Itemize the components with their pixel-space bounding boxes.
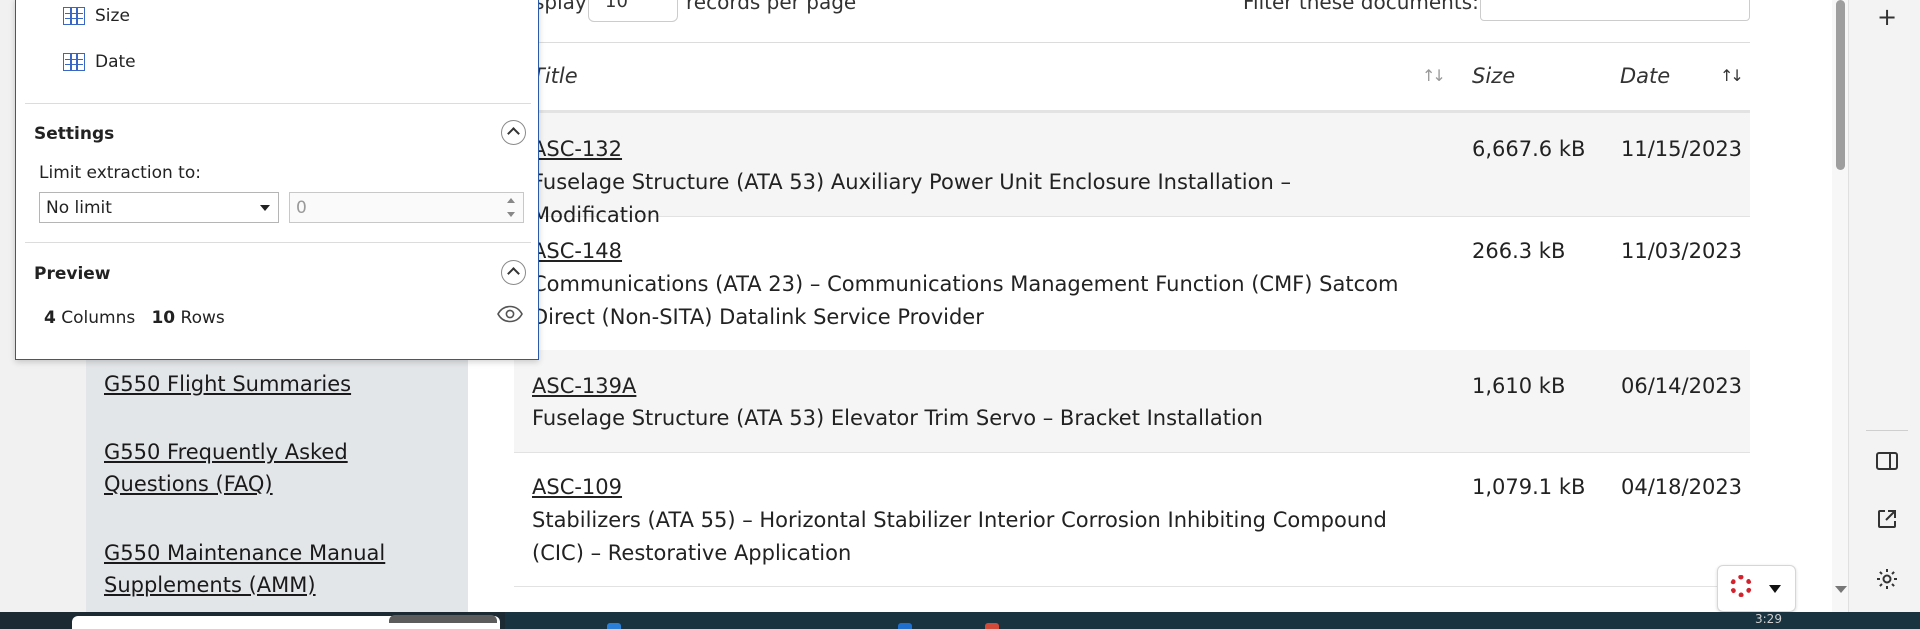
document-size: 1,079.1 kB xyxy=(1472,475,1586,499)
columns-count: 4 xyxy=(44,308,56,328)
spin-up-icon[interactable] xyxy=(507,198,515,203)
records-per-page-label: records per page xyxy=(686,0,857,14)
document-date: 06/14/2023 xyxy=(1621,374,1743,398)
column-item-size[interactable]: Size xyxy=(95,6,130,26)
table-row: ASC-109 Stabilizers (ATA 55) – Horizonta… xyxy=(514,452,1750,587)
column-icon xyxy=(63,53,85,71)
column-header-date[interactable]: Date xyxy=(1620,64,1670,88)
display-label: splay xyxy=(534,0,587,14)
eye-icon[interactable] xyxy=(497,305,523,323)
settings-gear-icon[interactable] xyxy=(1870,566,1904,600)
collapse-preview-button[interactable] xyxy=(501,260,526,285)
filter-documents-input[interactable] xyxy=(1480,0,1750,21)
sidebar-link-flight-summaries[interactable]: G550 Flight Summaries xyxy=(104,368,444,400)
column-item-date[interactable]: Date xyxy=(95,52,136,72)
document-size: 1,610 kB xyxy=(1472,374,1566,398)
columns-word: Columns xyxy=(61,308,136,328)
records-per-page-value: 10 xyxy=(605,0,628,12)
sidebar-link-faq[interactable]: G550 Frequently Asked Questions (FAQ) xyxy=(104,436,444,500)
rows-count: 10 xyxy=(151,308,176,328)
limit-count-value: 0 xyxy=(296,198,307,218)
document-title: Fuselage Structure (ATA 53) Elevator Tri… xyxy=(532,406,1263,430)
taskbar: 3:29 xyxy=(0,612,1920,629)
document-id-link[interactable]: ASC-148 xyxy=(532,239,622,263)
document-date: 11/03/2023 xyxy=(1621,239,1743,263)
help-logo-icon xyxy=(1730,575,1752,597)
limit-extraction-label: Limit extraction to: xyxy=(39,163,201,183)
caret-down-icon xyxy=(1769,585,1781,593)
panel-divider xyxy=(25,242,531,243)
document-date: 04/18/2023 xyxy=(1621,475,1743,499)
table-row: ASC-132 Fuselage Structure (ATA 53) Auxi… xyxy=(514,113,1750,227)
side-panel-divider xyxy=(1866,430,1908,431)
preview-heading: Preview xyxy=(34,264,111,284)
document-id-link[interactable]: ASC-132 xyxy=(532,137,622,161)
help-widget-button[interactable] xyxy=(1717,565,1796,612)
taskbar-clock[interactable]: 3:29 xyxy=(1755,612,1782,626)
panel-divider xyxy=(25,103,531,104)
taskbar-app-icon[interactable] xyxy=(985,623,999,629)
limit-count-input[interactable]: 0 xyxy=(289,192,524,223)
filter-label: Filter these documents: xyxy=(1243,0,1479,14)
document-title: Communications (ATA 23) – Communications… xyxy=(532,272,1399,329)
document-title: Stabilizers (ATA 55) – Horizontal Stabil… xyxy=(532,508,1387,565)
scrollbar-thumb[interactable] xyxy=(1836,0,1845,170)
sort-active-icon[interactable]: ↑↓ xyxy=(1720,66,1744,85)
taskbar-app-icon[interactable] xyxy=(607,623,621,629)
column-header-size[interactable]: Size xyxy=(1472,64,1515,88)
split-view-icon[interactable] xyxy=(1870,446,1904,480)
table-row: ASC-139A Fuselage Structure (ATA 53) Ele… xyxy=(514,350,1750,453)
toolbar-divider xyxy=(514,42,1750,43)
settings-heading: Settings xyxy=(34,124,115,144)
sort-icon[interactable]: ↑↓ xyxy=(1422,66,1446,85)
dropdown-arrow-icon xyxy=(260,205,270,211)
records-per-page-select[interactable]: 10 xyxy=(588,0,678,22)
spin-down-icon[interactable] xyxy=(507,212,515,217)
document-date: 11/15/2023 xyxy=(1621,137,1743,161)
limit-extraction-select[interactable]: No limit xyxy=(39,192,279,223)
vertical-scrollbar[interactable] xyxy=(1832,0,1848,612)
document-size: 6,667.6 kB xyxy=(1472,137,1586,161)
preview-summary: 4 Columns 10 Rows xyxy=(44,308,225,328)
taskbar-search-button[interactable] xyxy=(389,615,497,623)
extraction-panel: Size Date Settings Limit extraction to: … xyxy=(15,0,539,360)
table-row: ASC-148 Communications (ATA 23) – Commun… xyxy=(514,216,1750,351)
document-size: 266.3 kB xyxy=(1472,239,1566,263)
add-icon[interactable]: + xyxy=(1870,0,1904,34)
limit-extraction-value: No limit xyxy=(46,198,112,218)
scroll-down-arrow-icon[interactable] xyxy=(1835,586,1847,593)
open-external-icon[interactable] xyxy=(1870,505,1904,539)
collapse-settings-button[interactable] xyxy=(501,120,526,145)
document-id-link[interactable]: ASC-139A xyxy=(532,374,636,398)
sidebar-link-amm[interactable]: G550 Maintenance Manual Supplements (AMM… xyxy=(104,537,444,601)
taskbar-app-icon[interactable] xyxy=(898,623,912,629)
rows-word: Rows xyxy=(180,308,225,328)
document-id-link[interactable]: ASC-109 xyxy=(532,475,622,499)
column-icon xyxy=(63,7,85,25)
taskbar-apps-area xyxy=(505,612,1920,629)
